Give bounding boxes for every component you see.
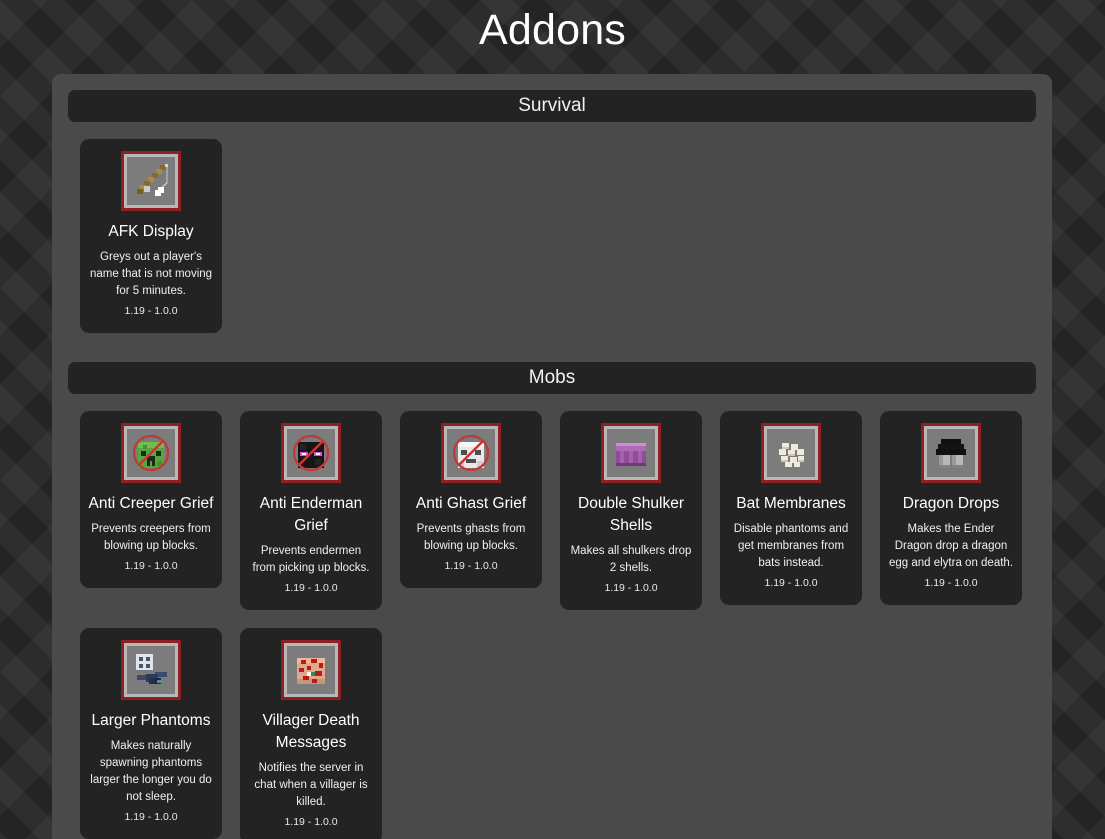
addon-version: 1.19 - 1.0.0: [124, 560, 178, 572]
addon-description: Greys out a player's name that is not mo…: [89, 251, 213, 297]
addon-description: Disable phantoms and get membranes from …: [733, 523, 849, 569]
phantom-membrane-icon: [761, 423, 821, 483]
section-mobs: Mobs Anti Creeper Grief Prevents creepers…: [68, 362, 1036, 839]
addon-title: Dragon Drops: [902, 495, 1000, 512]
addon-card[interactable]: Anti Enderman Grief Prevents endermen fro…: [240, 411, 382, 610]
addon-card[interactable]: AFK Display Greys out a player's name tha…: [80, 139, 222, 333]
addon-version: 1.19 - 1.0.0: [284, 582, 338, 594]
fishing-rod-icon: [121, 151, 181, 211]
addon-card[interactable]: Anti Creeper Grief Prevents creepers from…: [80, 411, 222, 588]
addon-version: 1.19 - 1.0.0: [444, 560, 498, 572]
creeper-head-blocked-icon: [121, 423, 181, 483]
shulker-icon: [601, 423, 661, 483]
addon-title: Larger Phantoms: [91, 712, 211, 729]
addon-version: 1.19 - 1.0.0: [924, 577, 978, 589]
sections-container: Survival AFK Display Greys out a player's…: [68, 90, 1036, 839]
addons-panel: Survival AFK Display Greys out a player's…: [52, 74, 1052, 839]
section-survival: Survival AFK Display Greys out a player's…: [68, 90, 1036, 333]
addon-description: Prevents endermen from picking up blocks…: [252, 545, 370, 574]
addon-version: 1.19 - 1.0.0: [604, 582, 658, 594]
addon-title: Villager Death Messages: [262, 712, 360, 751]
addon-title: Bat Membranes: [736, 495, 846, 512]
elytra-icon: [921, 423, 981, 483]
addon-card-grid: AFK Display Greys out a player's name tha…: [68, 139, 1036, 333]
page-title: Addons: [478, 6, 627, 54]
addon-title: Anti Creeper Grief: [88, 495, 214, 512]
addon-description: Prevents ghasts from blowing up blocks.: [416, 523, 526, 552]
addon-card[interactable]: Villager Death Messages Notifies the serv…: [240, 628, 382, 839]
addon-description: Makes the Ender Dragon drop a dragon egg…: [888, 523, 1014, 569]
addon-description: Notifies the server in chat when a villa…: [254, 762, 368, 808]
villager-head-icon: [281, 640, 341, 700]
addon-card[interactable]: Double Shulker Shells Makes all shulkers …: [560, 411, 702, 610]
addon-version: 1.19 - 1.0.0: [124, 811, 178, 823]
phantom-spawn-egg-icon: [121, 640, 181, 700]
enderman-head-blocked-icon: [281, 423, 341, 483]
addon-version: 1.19 - 1.0.0: [764, 577, 818, 589]
addon-card[interactable]: Anti Ghast Grief Prevents ghasts from blo…: [400, 411, 542, 588]
addon-card-grid: Anti Creeper Grief Prevents creepers from…: [68, 411, 1036, 839]
addon-description: Prevents creepers from blowing up blocks…: [91, 523, 211, 552]
addon-description: Makes naturally spawning phantoms larger…: [90, 740, 212, 803]
ghast-head-blocked-icon: [441, 423, 501, 483]
addon-card[interactable]: Larger Phantoms Makes naturally spawning …: [80, 628, 222, 839]
addon-title: Anti Enderman Grief: [259, 495, 363, 534]
addon-version: 1.19 - 1.0.0: [284, 816, 338, 828]
addon-card[interactable]: Dragon Drops Makes the Ender Dragon drop …: [880, 411, 1022, 605]
addon-title: AFK Display: [108, 223, 194, 240]
addon-card[interactable]: Bat Membranes Disable phantoms and get me…: [720, 411, 862, 605]
section-header: Mobs: [68, 362, 1036, 394]
addon-title: Anti Ghast Grief: [415, 495, 527, 512]
addon-title: Double Shulker Shells: [578, 495, 684, 534]
addon-description: Makes all shulkers drop 2 shells.: [570, 545, 692, 574]
section-header: Survival: [68, 90, 1036, 122]
addon-version: 1.19 - 1.0.0: [124, 305, 178, 317]
